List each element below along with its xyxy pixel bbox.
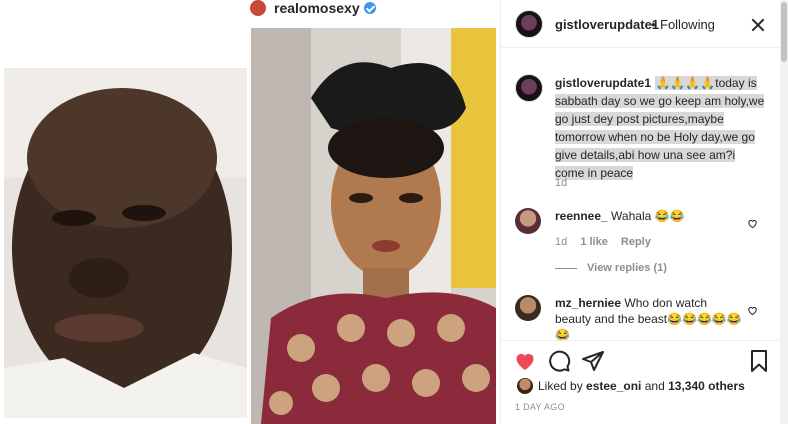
action-bar	[501, 340, 781, 380]
replies-divider	[555, 267, 577, 269]
post-timestamp: 1 DAY AGO	[515, 402, 565, 412]
caption-time: 1d	[555, 177, 568, 189]
comment-like-heart-icon[interactable]	[747, 216, 758, 229]
post-header: gistloverupdate1 • Following	[501, 0, 781, 48]
header-username[interactable]: gistloverupdate1	[555, 17, 659, 32]
header-avatar[interactable]	[515, 10, 543, 38]
man-photo	[4, 68, 247, 418]
liker-avatar[interactable]	[517, 378, 533, 394]
caption-username[interactable]: gistloverupdate1	[555, 76, 651, 90]
post-media[interactable]: realomosexy	[0, 0, 500, 424]
header-separator: •	[651, 17, 656, 32]
woman-photo	[251, 28, 496, 424]
reply-button[interactable]: Reply	[621, 236, 651, 248]
caption-text: 🙏🙏🙏🙏today is sabbath day so we go keep a…	[555, 76, 765, 180]
comment-time: 1d	[555, 236, 568, 248]
comment-avatar[interactable]	[515, 208, 541, 234]
comment-username[interactable]: mz_herniee	[555, 296, 621, 310]
post-sidebar: gistloverupdate1 • Following gistloverup…	[500, 0, 781, 424]
woman-portrait-image	[251, 28, 496, 424]
heart-filled-icon[interactable]	[513, 349, 537, 373]
comment-icon[interactable]	[547, 349, 571, 373]
comment-avatar[interactable]	[515, 295, 541, 321]
liker-username[interactable]: estee_oni	[586, 379, 641, 393]
comment-text: Wahala 😂😂	[611, 209, 685, 223]
comment-likes[interactable]: 1 like	[580, 236, 608, 248]
man-portrait-image	[4, 68, 247, 418]
bookmark-icon[interactable]	[747, 349, 771, 373]
likes-and: and	[641, 379, 669, 393]
embedded-username: realomosexy	[274, 0, 360, 16]
comment-meta: 1d 1 like Reply	[555, 236, 661, 248]
scrollbar[interactable]	[780, 0, 788, 424]
likes-prefix: Liked by	[538, 379, 587, 393]
caption: gistloverupdate1 🙏🙏🙏🙏today is sabbath da…	[555, 74, 765, 182]
view-replies-label: View replies (1)	[587, 262, 667, 274]
likes-count[interactable]: 13,340 others	[668, 379, 745, 393]
embedded-post-header: realomosexy	[250, 0, 500, 20]
likes-summary: Liked by estee_oni and 13,340 others	[517, 378, 745, 394]
comment-username[interactable]: reennee_	[555, 209, 608, 223]
share-icon[interactable]	[581, 349, 605, 373]
scrollbar-thumb[interactable]	[781, 2, 787, 62]
verified-badge-icon	[363, 2, 376, 14]
comment-like-heart-icon[interactable]	[747, 303, 758, 316]
following-button[interactable]: Following	[660, 17, 715, 32]
view-replies-button[interactable]: View replies (1)	[555, 262, 667, 274]
close-icon[interactable]	[751, 18, 765, 32]
caption-avatar[interactable]	[515, 74, 543, 102]
embedded-avatar	[250, 0, 266, 16]
